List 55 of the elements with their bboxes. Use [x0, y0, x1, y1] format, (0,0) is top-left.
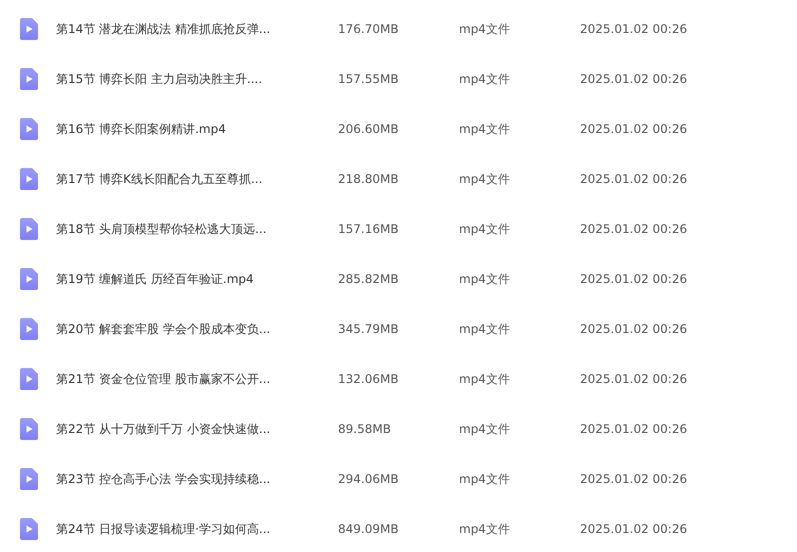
file-size: 157.55MB: [338, 72, 400, 86]
file-size: 157.16MB: [338, 222, 400, 236]
file-size: 345.79MB: [338, 322, 400, 336]
file-type: mp4文件: [459, 420, 511, 438]
file-name[interactable]: 第16节 博弈长阳案例精讲.mp4: [56, 120, 338, 138]
modified-date: 2025.01.02 00:26: [580, 522, 688, 536]
video-file-icon: [20, 118, 38, 140]
modified-date: 2025.01.02 00:26: [580, 72, 688, 86]
video-file-icon: [20, 18, 38, 40]
file-size: 132.06MB: [338, 372, 400, 386]
video-file-icon: [20, 68, 38, 90]
video-file-icon: [20, 168, 38, 190]
modified-date: 2025.01.02 00:26: [580, 122, 688, 136]
modified-date: 2025.01.02 00:26: [580, 222, 688, 236]
video-file-icon: [20, 318, 38, 340]
file-type: mp4文件: [459, 20, 511, 38]
modified-date: 2025.01.02 00:26: [580, 472, 688, 486]
file-size: 206.60MB: [338, 122, 400, 136]
file-type: mp4文件: [459, 270, 511, 288]
file-size: 218.80MB: [338, 172, 400, 186]
file-name[interactable]: 第23节 控仓高手心法 学会实现持续稳...: [56, 470, 338, 488]
file-type: mp4文件: [459, 170, 511, 188]
file-size: 176.70MB: [338, 22, 400, 36]
file-type: mp4文件: [459, 320, 511, 338]
modified-date: 2025.01.02 00:26: [580, 422, 688, 436]
modified-date: 2025.01.02 00:26: [580, 272, 688, 286]
modified-date: 2025.01.02 00:26: [580, 172, 688, 186]
file-name[interactable]: 第19节 缠解道氏 历经百年验证.mp4: [56, 270, 338, 288]
video-file-icon: [20, 368, 38, 390]
file-name[interactable]: 第20节 解套套牢股 学会个股成本变负...: [56, 320, 338, 338]
video-file-icon: [20, 218, 38, 240]
file-name[interactable]: 第15节 博弈长阳 主力启动决胜主升....: [56, 70, 338, 88]
file-name[interactable]: 第21节 资金仓位管理 股市赢家不公开...: [56, 370, 338, 388]
video-file-icon: [20, 268, 38, 290]
modified-date: 2025.01.02 00:26: [580, 22, 688, 36]
file-type: mp4文件: [459, 120, 511, 138]
file-name[interactable]: 第22节 从十万做到千万 小资金快速做...: [56, 420, 338, 438]
file-size: 89.58MB: [338, 422, 392, 436]
file-name[interactable]: 第14节 潜龙在渊战法 精准抓底抢反弹...: [56, 20, 338, 38]
file-type: mp4文件: [459, 520, 511, 538]
file-size: 849.09MB: [338, 522, 400, 536]
video-file-icon: [20, 418, 38, 440]
file-size: 285.82MB: [338, 272, 400, 286]
file-name[interactable]: 第17节 博弈K线长阳配合九五至尊抓...: [56, 170, 338, 188]
file-name[interactable]: 第24节 日报导读逻辑梳理·学习如何高...: [56, 520, 338, 538]
video-file-icon: [20, 468, 38, 490]
file-type: mp4文件: [459, 370, 511, 388]
file-size: 294.06MB: [338, 472, 400, 486]
modified-date: 2025.01.02 00:26: [580, 372, 688, 386]
file-name[interactable]: 第18节 头肩顶模型帮你轻松逃大顶远...: [56, 220, 338, 238]
file-type: mp4文件: [459, 470, 511, 488]
modified-date: 2025.01.02 00:26: [580, 322, 688, 336]
video-file-icon: [20, 518, 38, 540]
file-type: mp4文件: [459, 70, 511, 88]
file-type: mp4文件: [459, 220, 511, 238]
